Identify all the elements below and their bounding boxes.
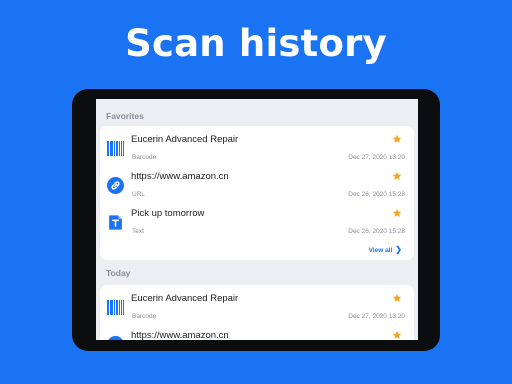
star-icon[interactable]	[392, 330, 402, 340]
history-item-url[interactable]: https://www.amazon.cn	[100, 326, 414, 340]
item-title: Pick up tomorrow	[131, 208, 205, 219]
section-label-favorites: Favorites	[106, 111, 144, 121]
history-item-url[interactable]: https://www.amazon.cn URL Dec 26, 2020 1…	[100, 167, 414, 203]
star-icon[interactable]	[392, 134, 402, 144]
item-date: Dec 27, 2020 13:20	[348, 154, 405, 161]
item-date: Dec 27, 2020 13:20	[348, 313, 405, 320]
item-title: https://www.amazon.cn	[131, 330, 229, 340]
item-title: Eucerin Advanced Repair	[131, 134, 239, 145]
star-icon[interactable]	[392, 171, 402, 181]
section-label-today: Today	[106, 268, 131, 278]
view-all-link[interactable]: View all ❯	[369, 245, 402, 254]
today-card: Eucerin Advanced Repair Barcode Dec 27, …	[100, 285, 414, 340]
view-all-label: View all	[368, 247, 393, 254]
item-type: Barcode	[132, 154, 157, 161]
link-icon	[107, 177, 124, 194]
item-title: https://www.amazon.cn	[131, 171, 229, 182]
app-screen: Favorites Eucerin Advanced Repair Barcod…	[96, 99, 418, 340]
link-icon	[108, 336, 123, 340]
barcode-icon	[107, 140, 124, 157]
item-title: Eucerin Advanced Repair	[131, 293, 239, 304]
item-type: Barcode	[132, 313, 157, 320]
favorites-card: Eucerin Advanced Repair Barcode Dec 27, …	[100, 126, 414, 260]
item-type: URL	[132, 191, 146, 198]
item-date: Dec 26, 2020 15:28	[348, 191, 405, 198]
barcode-icon	[107, 299, 124, 316]
text-icon	[109, 215, 122, 230]
page-headline: Scan history	[125, 22, 387, 65]
chevron-right-icon: ❯	[395, 245, 402, 254]
item-type: Text	[132, 228, 144, 235]
item-date: Dec 26, 2020 15:28	[348, 228, 405, 235]
history-item-barcode[interactable]: Eucerin Advanced Repair Barcode Dec 27, …	[100, 289, 414, 325]
history-item-text[interactable]: Pick up tomorrow Text Dec 26, 2020 15:28	[100, 204, 414, 240]
history-item-barcode[interactable]: Eucerin Advanced Repair Barcode Dec 27, …	[100, 130, 414, 166]
star-icon[interactable]	[392, 208, 402, 218]
star-icon[interactable]	[392, 293, 402, 303]
